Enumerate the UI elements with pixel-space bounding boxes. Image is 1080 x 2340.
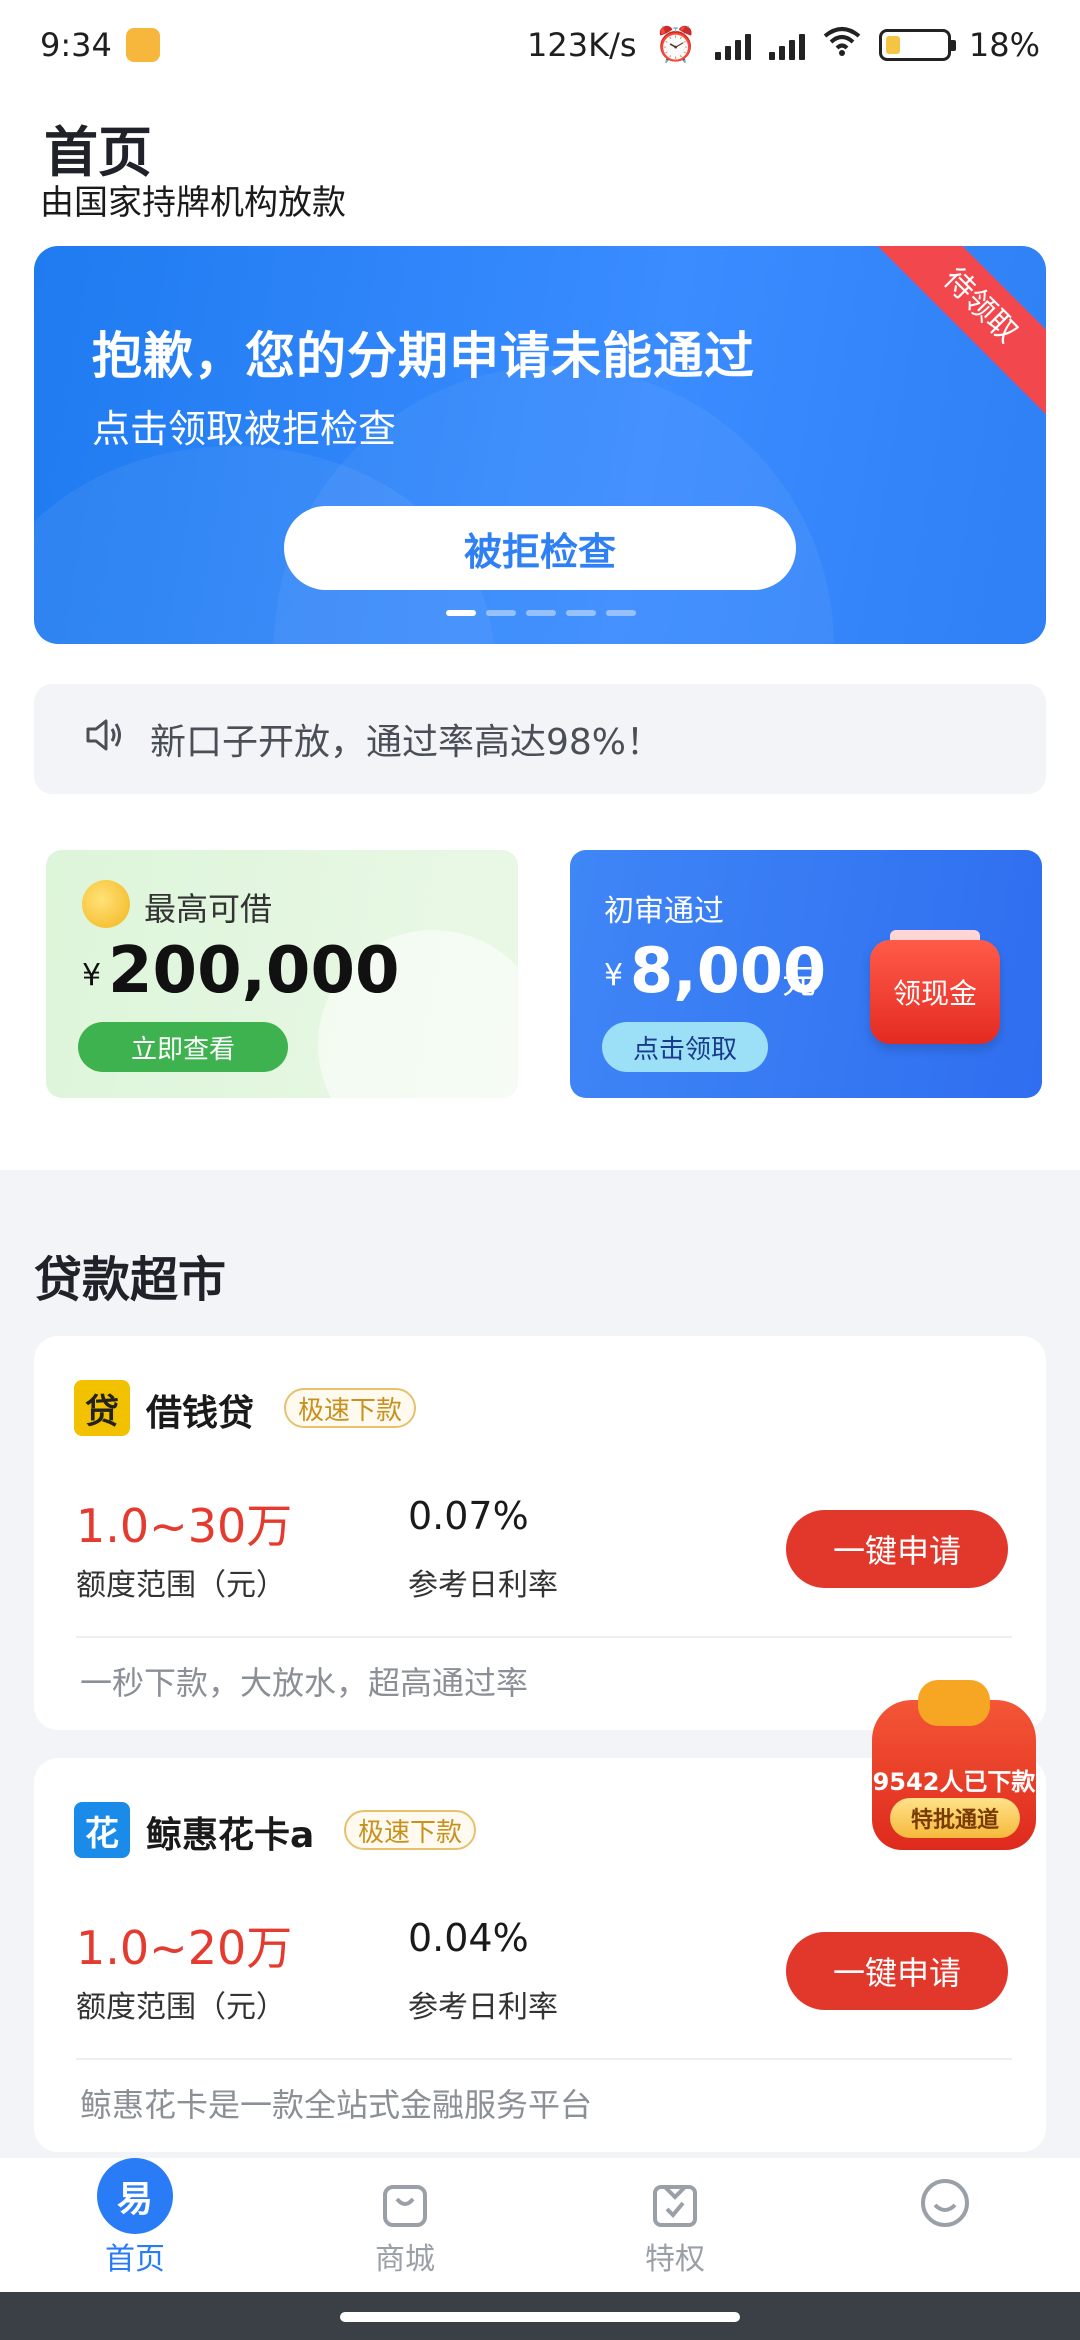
coin-icon [82, 880, 130, 928]
section-title: 贷款超市 [34, 1252, 227, 1308]
view-now-button[interactable]: 立即查看 [78, 1022, 288, 1072]
loan-name: 借钱贷 [146, 1393, 255, 1434]
loan-amount-range: 1.0~30万 [76, 1499, 293, 1553]
one-click-apply-button[interactable]: 一键申请 [786, 1510, 1008, 1588]
wifi-icon [823, 26, 861, 64]
notice-text: 新口子开放，通过率高达98%！ [150, 722, 663, 763]
speaker-icon [84, 717, 124, 762]
battery-level: 18% [968, 26, 1040, 64]
max-loan-amount: 200,000 [108, 934, 400, 1008]
shopping-bag-icon [372, 2170, 438, 2236]
disbursed-count: 9542人已下款 [872, 1768, 1036, 1796]
network-speed: 123K/s [527, 26, 637, 64]
daily-rate: 0.07% [408, 1494, 529, 1538]
daily-rate-label: 参考日利率 [408, 1990, 558, 2025]
pending-ribbon: 待领取 [866, 246, 1046, 420]
loan-logo-icon: 花 [74, 1802, 130, 1858]
loan-description: 鲸惠花卡是一款全站式金融服务平台 [80, 2086, 593, 2124]
page-subtitle: 由国家持牌机构放款 [40, 183, 346, 223]
max-loan-card[interactable]: 最高可借 ¥ 200,000 立即查看 [46, 850, 518, 1098]
home-icon: 易 [97, 2158, 173, 2234]
status-time: 9:34 [40, 26, 112, 64]
fast-disbursal-tag: 极速下款 [284, 1388, 417, 1428]
special-channel-button[interactable]: 特批通道 [890, 1798, 1020, 1838]
nav-home[interactable]: 易 首页 [0, 2158, 270, 2292]
claim-button[interactable]: 点击领取 [602, 1022, 768, 1072]
loan-amount-range: 1.0~20万 [76, 1921, 293, 1975]
max-loan-label: 最高可借 [144, 890, 273, 928]
currency-symbol: ¥ [604, 958, 624, 993]
battery-icon [878, 29, 956, 61]
carousel-dot [606, 610, 636, 616]
app-notification-icon [125, 28, 160, 62]
status-left: 9:34 [40, 26, 160, 64]
nav-label: 特权 [645, 2242, 705, 2277]
carousel-dot [446, 610, 476, 616]
status-right: 123K/s ⏰ 18% [527, 25, 1040, 65]
floating-promo[interactable]: 9542人已下款 特批通道 [862, 1680, 1046, 1860]
nav-profile[interactable] [810, 2158, 1080, 2292]
rejection-banner[interactable]: 待领取 抱歉，您的分期申请未能通过 点击领取被拒检查 被拒检查 [34, 246, 1046, 644]
preliminary-approval-card[interactable]: 初审通过 ¥ 8,000 元 点击领取 领现金 [570, 850, 1042, 1098]
nav-mall[interactable]: 商城 [270, 2158, 540, 2292]
nav-label: 商城 [375, 2242, 435, 2277]
amount-unit: 元 [782, 962, 816, 1002]
alarm-icon: ⏰ [654, 25, 697, 65]
carousel-dot [526, 610, 556, 616]
banner-headline: 抱歉，您的分期申请未能通过 [92, 327, 755, 385]
privilege-icon [642, 2170, 708, 2236]
approval-label: 初审通过 [604, 894, 724, 929]
one-click-apply-button[interactable]: 一键申请 [786, 1932, 1008, 2010]
signal-icon-2 [768, 30, 805, 60]
loan-name: 鲸惠花卡a [146, 1815, 315, 1856]
loan-description: 一秒下款，大放水，超高通过率 [80, 1664, 529, 1702]
carousel-dot [566, 610, 596, 616]
nav-label: 首页 [105, 2242, 165, 2277]
home-indicator[interactable] [340, 2312, 740, 2322]
red-envelope-icon[interactable]: 领现金 [870, 940, 1000, 1044]
amount-range-label: 额度范围（元） [76, 1568, 286, 1603]
divider [76, 1636, 1012, 1638]
coin-icon [918, 1680, 990, 1726]
fast-disbursal-tag: 极速下款 [344, 1810, 477, 1850]
smile-icon [912, 2170, 978, 2236]
carousel-dot [486, 610, 516, 616]
daily-rate-label: 参考日利率 [408, 1568, 558, 1603]
loan-card[interactable]: 贷 借钱贷 极速下款 1.0~30万 额度范围（元） 0.07% 参考日利率 一… [34, 1336, 1046, 1730]
status-bar: 9:34 123K/s ⏰ 18% [0, 0, 1080, 90]
divider [76, 2058, 1012, 2060]
notice-bar[interactable]: 新口子开放，通过率高达98%！ [34, 684, 1046, 794]
loan-logo-icon: 贷 [74, 1380, 130, 1436]
nav-privilege[interactable]: 特权 [540, 2158, 810, 2292]
rejection-check-button[interactable]: 被拒检查 [284, 506, 796, 590]
gesture-bar [0, 2292, 1080, 2340]
currency-symbol: ¥ [82, 958, 102, 993]
daily-rate: 0.04% [408, 1916, 529, 1960]
signal-icon [714, 30, 751, 60]
bottom-nav: 易 首页 商城 特权 [0, 2158, 1080, 2292]
amount-range-label: 额度范围（元） [76, 1990, 286, 2025]
carousel-indicator [446, 610, 636, 616]
banner-subtext: 点击领取被拒检查 [92, 407, 397, 451]
